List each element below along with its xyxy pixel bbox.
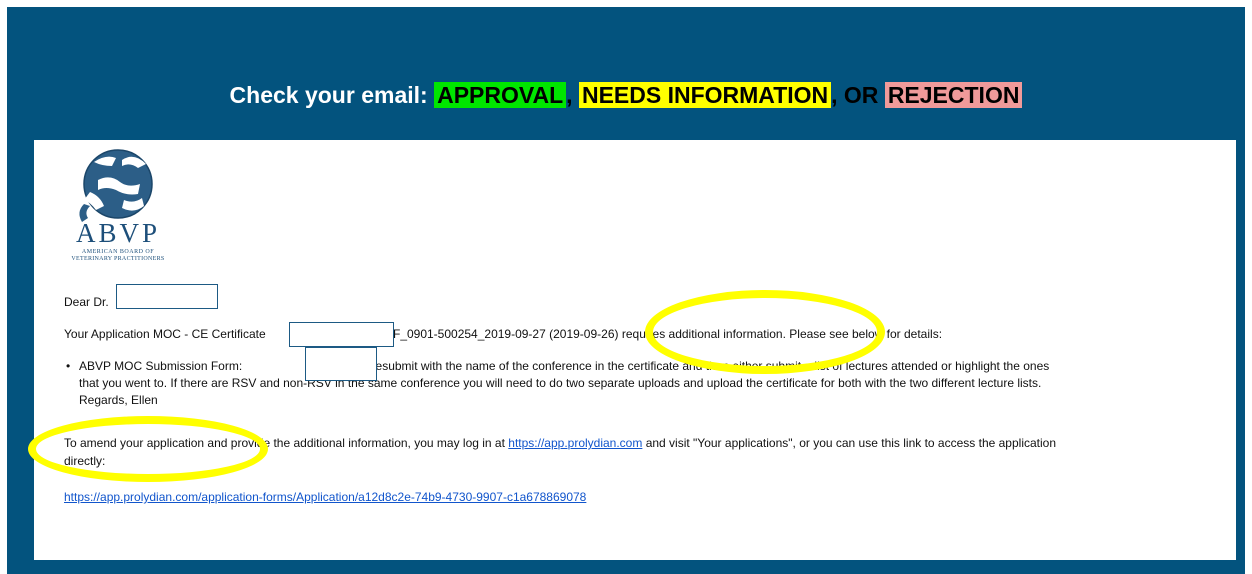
application-hidden: 26 bbox=[601, 327, 615, 341]
redacted-doctor-name bbox=[116, 284, 218, 309]
bullet-text-3: Regards, Ellen bbox=[79, 393, 158, 407]
abvp-logo: ABVP AMERICAN BOARD OF VETERINARY PRACTI… bbox=[71, 149, 164, 262]
application-prefix: Your Application MOC - CE Certificate bbox=[64, 327, 266, 341]
logo-letters: ABVP bbox=[76, 218, 160, 248]
heading-prefix: Check your email: bbox=[229, 82, 435, 108]
logo-subtitle-2: VETERINARY PRACTITIONERS bbox=[71, 256, 164, 262]
application-url-line: https://app.prolydian.com/application-fo… bbox=[64, 489, 586, 505]
amend-prefix: To amend your application and provide th… bbox=[64, 436, 509, 450]
email-panel: ABVP AMERICAN BOARD OF VETERINARY PRACTI… bbox=[28, 140, 1236, 560]
logo-subtitle-1: AMERICAN BOARD OF bbox=[82, 249, 154, 255]
amend-line-1: To amend your application and provide th… bbox=[64, 435, 1056, 451]
amend-suffix: and visit "Your applications", or you ca… bbox=[642, 436, 1057, 450]
abvp-animals-globe-icon bbox=[79, 149, 153, 222]
application-id: _VDF_0901-500254_2019-09-27 (2019-09- bbox=[369, 327, 602, 341]
application-url-link[interactable]: https://app.prolydian.com/application-fo… bbox=[64, 490, 586, 504]
redacted-form-field bbox=[305, 347, 377, 381]
greeting-line: Dear Dr. bbox=[64, 294, 109, 310]
list-item: • ABVP MOC Submission Form: Could you res… bbox=[66, 358, 1229, 409]
heading-comma: , bbox=[566, 82, 573, 108]
greeting-text: Dear Dr. bbox=[64, 295, 109, 309]
redacted-certificate-name bbox=[289, 322, 394, 347]
application-line: Your Application MOC - CE Certificate _VD… bbox=[64, 326, 942, 342]
page-heading: Check your email: APPROVAL, NEEDS INFORM… bbox=[7, 80, 1245, 110]
bullet-label: ABVP MOC Submission Form: bbox=[79, 359, 243, 373]
email-body: ABVP AMERICAN BOARD OF VETERINARY PRACTI… bbox=[28, 140, 1236, 560]
amend-line-2: directly: bbox=[64, 454, 106, 468]
page-frame: Check your email: APPROVAL, NEEDS INFORM… bbox=[7, 7, 1245, 574]
needs-information-badge: NEEDS INFORMATION bbox=[578, 82, 832, 108]
approval-badge: APPROVAL bbox=[434, 82, 567, 108]
bullet-text-2: that you went to. If there are RSV and n… bbox=[79, 376, 1042, 390]
heading-or: , OR bbox=[831, 82, 885, 108]
prolydian-link[interactable]: https://app.prolydian.com bbox=[508, 436, 642, 450]
bullet-text-1: Could you resubmit with the name of the … bbox=[314, 359, 1050, 373]
rejection-badge: REJECTION bbox=[884, 82, 1023, 108]
application-suffix: ) requires additional information. Pleas… bbox=[614, 327, 943, 341]
